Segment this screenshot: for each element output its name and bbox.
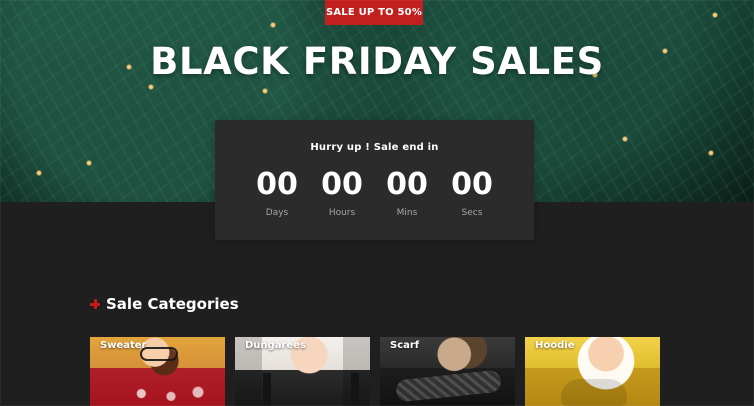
countdown-unit-days: 00 Days <box>252 170 302 230</box>
category-card-hoodie[interactable]: Hoodie <box>525 337 660 406</box>
category-label: Scarf <box>390 340 420 351</box>
category-label: Dungarees <box>245 340 306 351</box>
countdown-unit-hours: 00 Hours <box>317 170 367 230</box>
category-card-scarf[interactable]: Scarf <box>380 337 515 406</box>
countdown-mins-value: 00 <box>386 167 428 202</box>
countdown-title: Hurry up ! Sale end in <box>310 142 439 153</box>
countdown-panel: Hurry up ! Sale end in 00 Days 00 Hours … <box>215 120 534 240</box>
countdown-hours-label: Hours <box>328 208 356 218</box>
countdown-days-value: 00 <box>256 167 298 202</box>
category-card-dungarees[interactable]: Dungarees <box>235 337 370 406</box>
plus-icon <box>90 299 100 309</box>
countdown-hours-value: 00 <box>321 167 363 202</box>
category-label: Hoodie <box>535 340 575 351</box>
countdown-units: 00 Days 00 Hours 00 Mins 00 Secs <box>252 170 497 230</box>
countdown-secs-value: 00 <box>451 167 493 202</box>
sale-badge: SALE UP TO 50% <box>325 0 423 25</box>
countdown-unit-mins: 00 Mins <box>382 170 432 230</box>
category-card-sweater[interactable]: Sweater <box>90 337 225 406</box>
countdown-secs-label: Secs <box>461 208 483 218</box>
sale-categories-list: Sweater Dungarees Scarf Hoodie <box>90 337 660 406</box>
sale-categories-heading: Sale Categories <box>90 295 239 313</box>
countdown-unit-secs: 00 Secs <box>447 170 497 230</box>
countdown-mins-label: Mins <box>396 208 418 218</box>
page-title: BLACK FRIDAY SALES <box>150 40 604 83</box>
sale-categories-title: Sale Categories <box>106 295 239 313</box>
countdown-days-label: Days <box>265 208 289 218</box>
category-label: Sweater <box>100 340 147 351</box>
